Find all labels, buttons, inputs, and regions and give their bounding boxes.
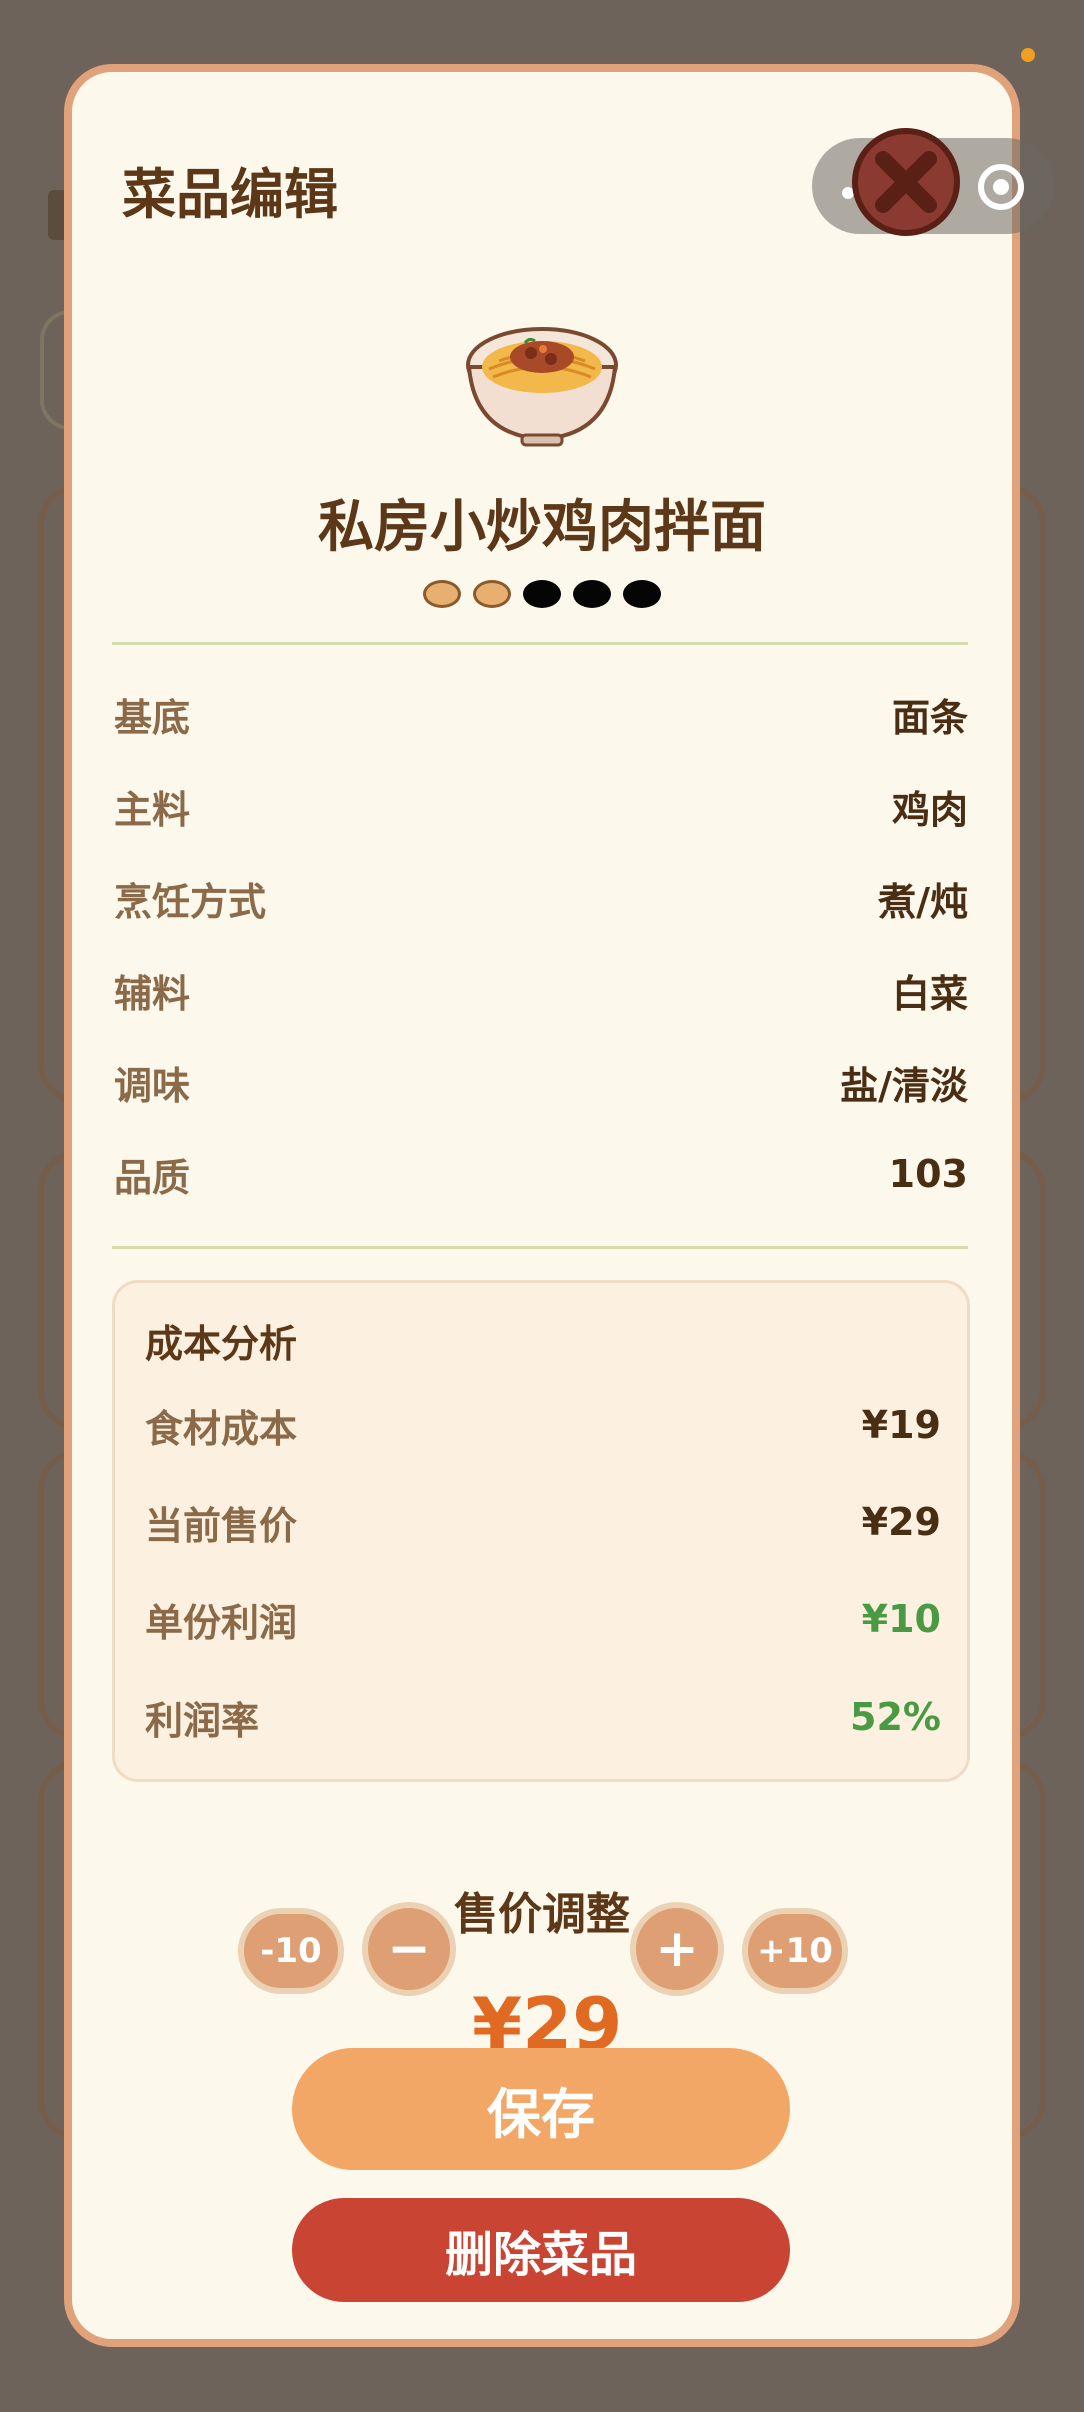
detail-key: 主料 [114,787,191,832]
detail-value: 白菜 [891,971,968,1016]
rating-empty-icon [623,580,661,608]
rating-filled-icon [473,580,511,608]
cost-value: ¥19 [861,1403,941,1447]
rating-empty-icon [573,580,611,608]
delete-dish-button[interactable]: 删除菜品 [292,2198,790,2302]
cost-key: 食材成本 [145,1406,298,1451]
cost-value: ¥29 [861,1500,941,1544]
detail-row: 烹饪方式 煮/炖 [114,868,968,928]
cost-row: 当前售价 ¥29 [145,1494,941,1550]
dish-name: 私房小炒鸡肉拌面 [318,495,766,560]
detail-row: 调味 盐/清淡 [114,1052,968,1112]
cost-value: ¥10 [861,1597,941,1641]
detail-value: 103 [888,1152,968,1196]
detail-value: 煮/炖 [878,879,968,924]
close-button[interactable] [852,128,960,236]
quality-rating [72,580,1012,608]
cost-row: 利润率 52% [145,1689,941,1745]
divider [112,1246,968,1249]
price-adjust-title: 售价调整 [454,1889,630,1940]
modal-title: 菜品编辑 [122,163,338,226]
increase-10-button[interactable]: +10 [742,1908,848,1994]
detail-key: 烹饪方式 [114,879,267,924]
detail-key: 品质 [114,1155,191,1200]
detail-value: 鸡肉 [891,787,968,832]
detail-value: 盐/清淡 [840,1063,968,1108]
cost-key: 单份利润 [145,1600,298,1645]
detail-row: 品质 103 [114,1144,968,1204]
divider [112,642,968,645]
noodle-bowl-icon [466,327,618,447]
detail-key: 调味 [114,1063,191,1108]
cost-key: 利润率 [145,1698,260,1743]
cost-key: 当前售价 [145,1503,298,1548]
save-button[interactable]: 保存 [292,2048,790,2170]
cost-row: 食材成本 ¥19 [145,1397,941,1453]
rating-filled-icon [423,580,461,608]
detail-value: 面条 [891,695,968,740]
detail-row: 基底 面条 [114,684,968,744]
decrease-10-button[interactable]: -10 [238,1908,344,1994]
cost-analysis-title: 成本分析 [145,1322,298,1366]
exit-mini-program-icon[interactable] [978,164,1024,210]
dish-edit-modal: 菜品编辑 私房小炒鸡肉拌面 基底 面条 主料 鸡肉 烹饪方式 煮/炖 辅料 白菜… [64,64,1054,2347]
detail-key: 辅料 [114,971,191,1016]
detail-key: 基底 [114,695,191,740]
increase-button[interactable]: + [630,1902,724,1996]
cost-analysis-panel: 成本分析 食材成本 ¥19 当前售价 ¥29 单份利润 ¥10 利润率 52% [112,1280,970,1782]
rating-empty-icon [523,580,561,608]
close-icon [875,151,937,213]
decrease-button[interactable]: − [362,1902,456,1996]
cost-value: 52% [850,1695,941,1739]
cost-row: 单份利润 ¥10 [145,1591,941,1647]
status-indicator-dot [1021,48,1035,62]
detail-row: 主料 鸡肉 [114,776,968,836]
detail-row: 辅料 白菜 [114,960,968,1020]
